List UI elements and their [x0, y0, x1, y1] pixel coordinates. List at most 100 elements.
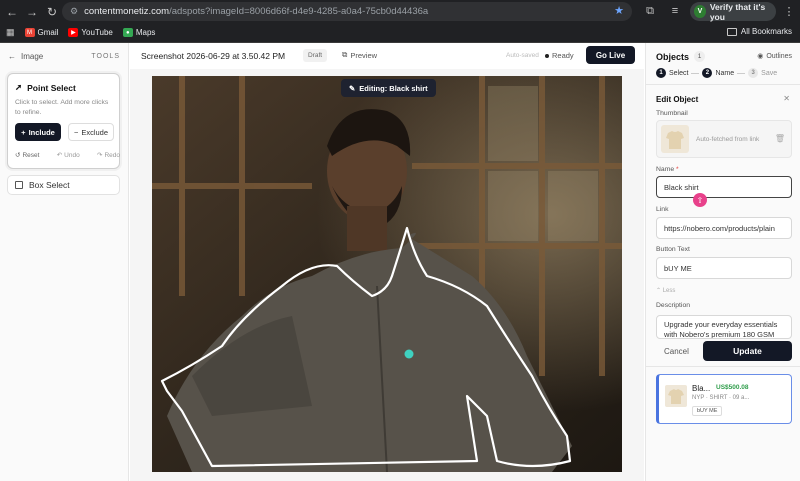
reload-icon[interactable]: ↻ — [42, 2, 62, 22]
bookmark-youtube[interactable]: ▶ YouTube — [68, 28, 113, 37]
photo-illustration — [152, 76, 622, 472]
extensions-icon[interactable]: ⧉ — [642, 3, 658, 19]
profile-verify-button[interactable]: V Verify that it's you — [690, 1, 776, 22]
name-label: Name * — [656, 166, 679, 173]
exclude-button[interactable]: − Exclude — [68, 123, 114, 141]
thumbnail-image — [661, 125, 689, 153]
reset-button[interactable]: ↺ Reset — [15, 151, 39, 160]
eye-icon: ◉ — [757, 53, 764, 60]
bookmarks-bar: ▦ M Gmail ▶ YouTube ● Maps All Bookmarks — [0, 23, 800, 43]
avatar: V — [694, 5, 706, 18]
objects-count-badge: 1 — [694, 51, 706, 62]
divider — [646, 366, 800, 367]
undo-icon: ↶ — [56, 152, 63, 159]
editor-toolbar: Screenshot 2026-06-29 at 3.50.42 PM Draf… — [130, 43, 644, 69]
thumbnail-label: Thumbnail — [656, 110, 688, 117]
browser-toolbar: ← → ↻ ⚙ contentmonetiz.com/adspots?image… — [0, 0, 800, 23]
point-select-description: Click to select. Add more clicks to refi… — [15, 99, 109, 116]
url-host: contentmonetiz.com — [84, 6, 170, 17]
step-3-label: Save — [761, 69, 778, 77]
maps-icon: ● — [122, 28, 133, 37]
thumbnail-hint: Auto-fetched from link — [696, 136, 760, 143]
objects-header: Objects 1 — [656, 51, 706, 62]
undo-button[interactable]: ↶ Undo — [56, 151, 80, 160]
name-input[interactable]: Black shirt — [656, 176, 792, 198]
youtube-icon: ▶ — [68, 28, 79, 37]
thumbnail-box[interactable]: Auto-fetched from link 🗑 — [656, 120, 792, 158]
go-live-button[interactable]: Go Live — [586, 46, 635, 64]
close-icon[interactable]: ✕ — [783, 94, 790, 103]
box-select-button[interactable]: Box Select — [7, 175, 120, 195]
step-connector — [691, 72, 700, 74]
button-text-input[interactable]: bUY ME — [656, 257, 792, 279]
bookmark-star-icon[interactable]: ★ — [614, 4, 624, 17]
box-select-icon — [15, 181, 23, 189]
forward-arrow-icon[interactable]: → — [22, 2, 42, 22]
address-bar[interactable]: ⚙ contentmonetiz.com/adspots?imageId=800… — [62, 2, 632, 21]
step-indicator: 1 Select 2 Name 3 Save — [656, 68, 777, 78]
cancel-button[interactable]: Cancel — [664, 347, 689, 356]
cursor-pointer-icon: ⇧ — [693, 193, 707, 207]
object-price: US$500.08 — [716, 384, 749, 391]
back-arrow-icon[interactable]: ← — [2, 2, 22, 22]
include-button[interactable]: + Include — [15, 123, 61, 141]
tools-header: ← Image TOOLS — [0, 43, 128, 69]
site-info-icon[interactable]: ⚙ — [70, 6, 78, 17]
edit-object-title: Edit Object — [656, 95, 699, 104]
folder-icon — [726, 27, 737, 36]
pointer-icon: ➚ — [15, 82, 23, 92]
gmail-icon: M — [24, 28, 35, 37]
description-label: Description — [656, 302, 690, 309]
link-input[interactable]: https://nobero.com/products/plain — [656, 217, 792, 239]
product-photo[interactable] — [152, 76, 622, 472]
less-toggle[interactable]: ⌃ Less — [656, 287, 675, 294]
image-title: Screenshot 2026-06-29 at 3.50.42 PM — [141, 51, 286, 61]
apps-grid-icon[interactable]: ▦ — [6, 27, 15, 38]
step-2-number: 2 — [702, 68, 713, 78]
step-1-label: Select — [669, 69, 689, 77]
minus-icon: − — [73, 127, 79, 137]
bookmark-gmail[interactable]: M Gmail — [24, 28, 58, 37]
objects-panel: Objects 1 ◉ Outlines 1 Select 2 Name 3 S… — [645, 43, 800, 481]
ready-status: Ready — [545, 51, 574, 60]
trash-icon[interactable]: 🗑 — [775, 134, 785, 143]
step-1-number: 1 — [656, 68, 666, 78]
redo-button[interactable]: ↷ Redo — [97, 151, 120, 160]
object-cta-badge: bUY ME — [692, 406, 723, 416]
step-3-number: 3 — [748, 68, 759, 78]
status-badge: Draft — [303, 49, 328, 62]
tools-label: TOOLS — [91, 52, 120, 60]
object-thumbnail — [665, 385, 687, 407]
outlines-toggle[interactable]: ◉ Outlines — [757, 52, 792, 61]
history-controls: ↺ Reset ↶ Undo ↷ Redo — [15, 151, 120, 160]
update-button[interactable]: Update — [703, 341, 792, 361]
back-arrow-icon: ← — [8, 51, 16, 61]
link-label: Link — [656, 206, 669, 213]
required-asterisk: * — [676, 166, 679, 173]
object-card[interactable]: Bla... US$500.08 NYP · SHIRT · 09 a... b… — [656, 374, 792, 424]
back-to-image[interactable]: ← Image — [8, 52, 43, 61]
reset-icon: ↺ — [15, 152, 21, 159]
description-textarea[interactable]: Upgrade your everyday essentials with No… — [656, 315, 792, 339]
tools-panel: ← Image TOOLS ➚ Point Select Click to se… — [0, 43, 129, 481]
editing-badge: ✎ Editing: Black shirt — [341, 79, 436, 97]
verify-label: Verify that it's you — [709, 1, 766, 22]
include-point-marker — [404, 349, 414, 359]
object-name: Bla... — [692, 384, 711, 393]
url-path: /adspots?imageId=8006d66f-d4e9-4285-a0a4… — [169, 6, 429, 17]
object-meta: NYP · SHIRT · 09 a... — [692, 395, 750, 401]
bookmark-maps[interactable]: ● Maps — [122, 28, 155, 37]
divider — [646, 84, 800, 85]
step-connector — [737, 72, 746, 74]
point-select-title: ➚ Point Select — [15, 82, 76, 93]
point-select-card[interactable]: ➚ Point Select Click to select. Add more… — [7, 73, 120, 169]
step-2-label: Name — [715, 69, 735, 77]
all-bookmarks[interactable]: All Bookmarks — [726, 27, 792, 36]
pencil-icon: ✎ — [349, 83, 356, 93]
menu-dots-icon[interactable]: ⋮ — [781, 3, 797, 19]
preview-button[interactable]: ⧉ Preview — [342, 50, 377, 60]
autosaved-label: Auto-saved — [506, 52, 539, 59]
redo-icon: ↷ — [97, 152, 103, 159]
media-controls-icon[interactable]: ≡ — [667, 3, 683, 19]
status-dot-icon — [545, 53, 549, 58]
